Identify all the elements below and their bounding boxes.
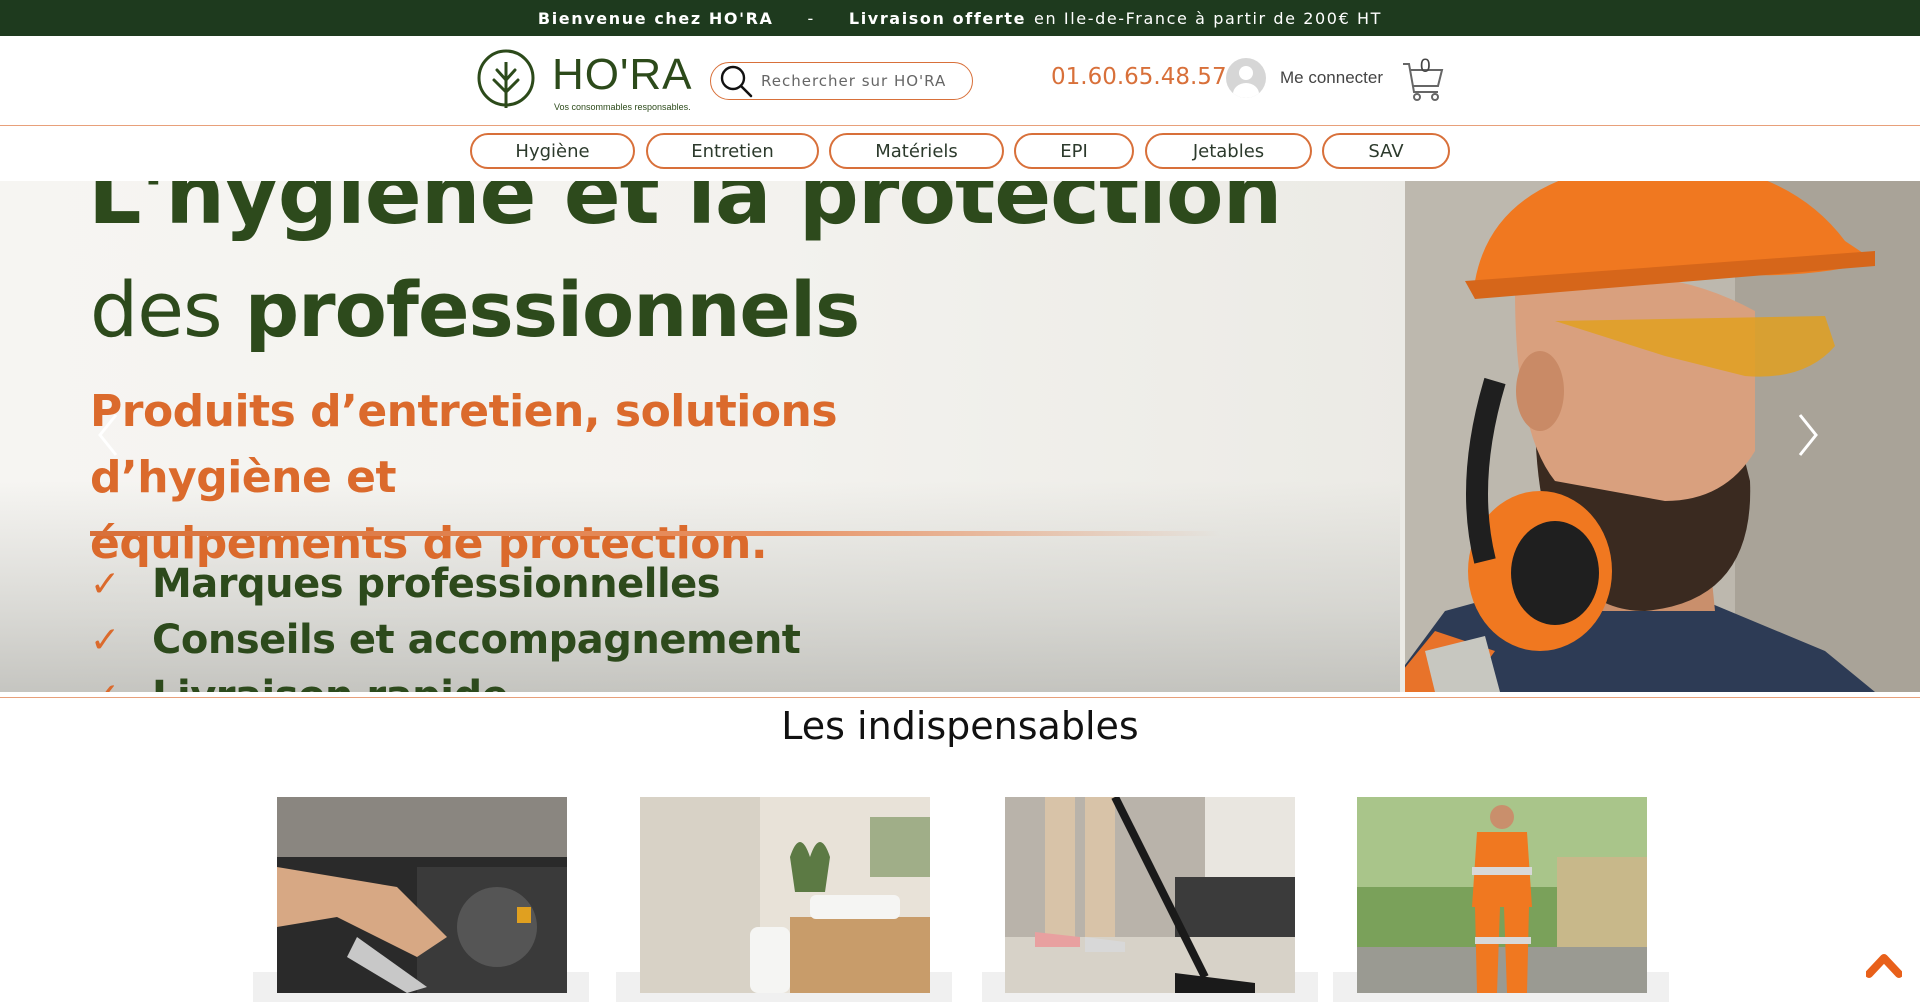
announcement-separator: -: [807, 8, 815, 28]
announcement-welcome: Bienvenue chez HO'RA: [537, 8, 774, 28]
nav-item-entretien[interactable]: Entretien: [646, 133, 819, 169]
section-divider: [0, 697, 1920, 698]
logo-name: HO'RA: [552, 50, 693, 99]
site-header: HO'RA Vos consommables responsables. 01.…: [0, 36, 1920, 126]
search-icon[interactable]: [719, 64, 753, 98]
login-button[interactable]: Me connecter: [1226, 56, 1383, 100]
nav-item-jetables[interactable]: Jetables: [1145, 133, 1312, 169]
chevron-left-icon[interactable]: [96, 413, 120, 457]
cart-count: 0: [1420, 56, 1431, 77]
card-bathroom-image[interactable]: [640, 797, 930, 993]
card-vacuum-image[interactable]: [1005, 797, 1295, 993]
hero-title-line2-bold: professionnels: [244, 265, 860, 354]
chevron-up-icon[interactable]: [1866, 950, 1902, 978]
section-title: Les indispensables: [781, 704, 1139, 748]
nav-item-sav[interactable]: SAV: [1322, 133, 1450, 169]
hero-title-line2: des professionnels: [90, 265, 860, 354]
user-avatar-icon[interactable]: [1226, 58, 1266, 98]
hero-title-line1: L'hygiène et la protection: [88, 181, 1282, 243]
card-workwear-image[interactable]: [1357, 797, 1647, 993]
benefit-label: Marques professionnelles: [152, 561, 721, 607]
benefit-label: Livraison rapide: [152, 673, 509, 692]
logo[interactable]: HO'RA Vos consommables responsables.: [476, 46, 696, 116]
cart-button[interactable]: 0: [1400, 56, 1446, 102]
hero-divider: [90, 531, 1220, 536]
main-nav: Hygiène Entretien Matériels EPI Jetables…: [0, 127, 1920, 181]
hero-slideshow: L'hygiène et la protection des professio…: [0, 181, 1920, 692]
worker-illustration: [1405, 181, 1920, 692]
benefit-item: ✓ Marques professionnelles: [90, 559, 721, 609]
chevron-right-icon[interactable]: [1796, 413, 1820, 457]
search-bar[interactable]: [710, 62, 973, 100]
phone-number[interactable]: 01.60.65.48.57: [1051, 64, 1227, 90]
benefit-item: ✓ Conseils et accompagnement: [90, 615, 801, 665]
benefit-item: ✓ Livraison rapide: [90, 671, 509, 693]
check-icon: ✓: [90, 619, 121, 661]
announcement-delivery-strong: Livraison offerte: [848, 8, 1027, 28]
search-input[interactable]: [761, 72, 961, 90]
announcement-delivery-rest: en Ile-de-France à partir de 200€ HT: [1034, 8, 1383, 28]
login-label[interactable]: Me connecter: [1280, 68, 1383, 88]
announcement-bar: Bienvenue chez HO'RA - Livraison offerte…: [0, 0, 1920, 36]
check-icon: ✓: [90, 563, 121, 605]
hero-subtitle: Produits d’entretien, solutions d’hygièn…: [90, 379, 1090, 577]
hero-subtitle-line1: Produits d’entretien, solutions d’hygièn…: [90, 386, 838, 503]
nav-item-epi[interactable]: EPI: [1014, 133, 1134, 169]
hero-title-line2-light: des: [90, 265, 223, 354]
nav-item-materiels[interactable]: Matériels: [829, 133, 1004, 169]
leaf-logo-icon: [477, 49, 535, 108]
hero-worker-photo: [1405, 181, 1920, 692]
check-icon: ✓: [90, 676, 152, 693]
product-cards: [0, 790, 1920, 1002]
benefit-label: Conseils et accompagnement: [152, 617, 801, 663]
logo-tagline: Vos consommables responsables.: [554, 102, 691, 112]
card-mechanic-image[interactable]: [277, 797, 567, 993]
nav-item-hygiene[interactable]: Hygiène: [470, 133, 635, 169]
